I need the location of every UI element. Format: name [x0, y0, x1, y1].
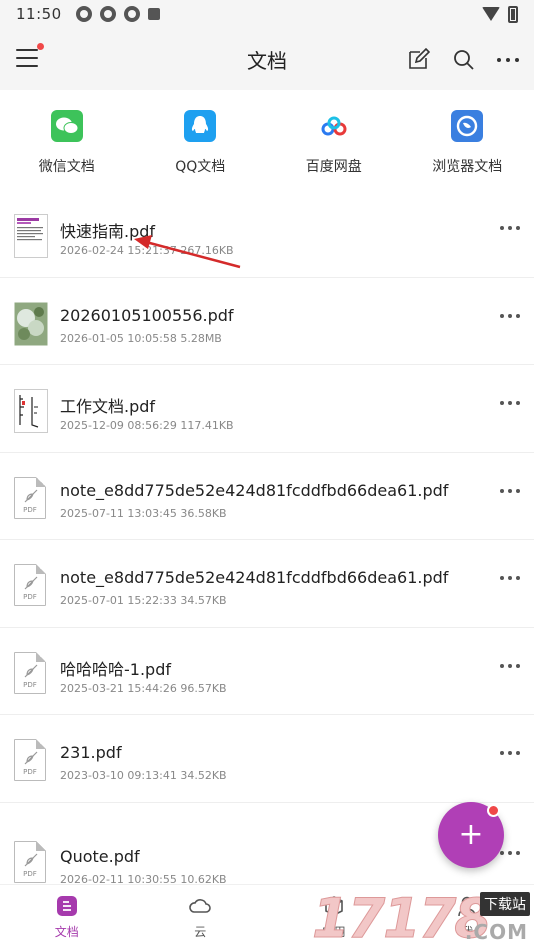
file-name: 20260105100556.pdf [60, 305, 234, 325]
pdf-icon: PDF [14, 651, 48, 696]
more-menu-button[interactable] [496, 48, 520, 72]
tab-label: 云 [194, 925, 207, 939]
qq-icon [184, 110, 217, 142]
file-row[interactable]: PDF note_e8dd775de52e424d81fcddfbd66dea6… [0, 540, 534, 628]
file-thumbnail [14, 302, 48, 346]
tab-cloud[interactable]: 云 [134, 885, 268, 950]
file-name: note_e8dd775de52e424d81fcddfbd66dea61.pd… [60, 480, 449, 500]
file-meta: 2025-12-09 08:56:29 117.41KB [60, 419, 234, 432]
file-meta: 2023-03-10 09:13:41 34.52KB [60, 769, 227, 782]
file-row[interactable]: PDF 231.pdf 2023-03-10 09:13:41 34.52KB [0, 715, 534, 803]
source-qq[interactable]: QQ文档 [134, 90, 268, 190]
file-name: Quote.pdf [60, 846, 140, 866]
file-thumbnail [14, 214, 48, 258]
file-meta: 2025-07-01 15:22:33 34.57KB [60, 594, 227, 607]
app-bar: 文档 [0, 28, 534, 90]
file-name: note_e8dd775de52e424d81fcddfbd66dea61.pd… [60, 568, 449, 587]
source-browser[interactable]: 浏览器文档 [401, 90, 534, 190]
source-label: QQ文档 [175, 159, 226, 175]
pdf-icon: PDF [14, 840, 48, 885]
file-more-button[interactable] [500, 488, 520, 493]
more-icon [497, 58, 519, 62]
edit-icon [409, 47, 431, 69]
edit-button[interactable] [406, 47, 431, 72]
notification-icon [99, 6, 116, 22]
file-more-button[interactable] [500, 850, 520, 855]
file-thumbnail [14, 389, 48, 433]
document-icon [56, 896, 77, 916]
source-wechat[interactable]: 微信文档 [0, 90, 134, 190]
file-name: 工作文档.pdf [60, 397, 156, 416]
file-row[interactable]: 工作文档.pdf 2025-12-09 08:56:29 117.41KB [0, 365, 534, 453]
file-more-button[interactable] [500, 751, 520, 755]
status-bar: 11:50 [0, 0, 534, 28]
cloud-icon [189, 899, 212, 913]
search-icon [454, 50, 474, 70]
file-row[interactable]: PDF note_e8dd775de52e424d81fcddfbd66dea6… [0, 453, 534, 540]
file-row[interactable]: PDF 哈哈哈哈-1.pdf 2025-03-21 15:44:26 96.57… [0, 628, 534, 715]
tab-label: 文档 [54, 925, 79, 939]
file-meta: 2025-07-11 13:03:45 36.58KB [60, 506, 227, 520]
watermark-number: 17178 [312, 887, 493, 950]
notification-icon [123, 6, 140, 22]
watermark-site: 下载站 [480, 892, 530, 916]
site-watermark: 17178 下载站 .COM [312, 887, 534, 950]
wechat-icon [50, 110, 83, 142]
battery-icon [508, 5, 518, 23]
source-label: 百度网盘 [305, 159, 362, 175]
pdf-label: PDF [23, 680, 37, 689]
source-label: 微信文档 [38, 159, 95, 175]
pdf-label: PDF [23, 505, 37, 514]
source-shortcuts: 微信文档 QQ文档 百度网盘 浏览器文档 [0, 90, 534, 190]
pdf-label: PDF [23, 869, 37, 878]
file-more-button[interactable] [500, 313, 520, 318]
notification-a-icon [147, 8, 160, 20]
baidu-netdisk-icon [317, 110, 350, 142]
file-row[interactable]: 快速指南.pdf 2026-02-24 15:21:37 267.16KB [0, 190, 534, 278]
add-document-button[interactable]: + [438, 802, 504, 868]
source-baidu-netdisk[interactable]: 百度网盘 [267, 90, 401, 190]
browser-icon [451, 110, 484, 142]
pdf-icon: PDF [14, 564, 48, 608]
wifi-icon [482, 7, 500, 21]
tab-documents[interactable]: 文档 [0, 885, 134, 950]
file-more-button[interactable] [500, 401, 520, 405]
file-meta: 2026-02-24 15:21:37 267.16KB [60, 244, 234, 257]
file-name: 快速指南.pdf [60, 222, 156, 241]
file-more-button[interactable] [500, 663, 520, 668]
file-name: 231.pdf [60, 743, 122, 762]
pdf-icon: PDF [14, 476, 48, 521]
file-meta: 2026-01-05 10:05:58 5.28MB [60, 331, 222, 345]
file-meta: 2025-03-21 15:44:26 96.57KB [60, 681, 227, 695]
notification-dot [487, 804, 500, 817]
file-row[interactable]: 20260105100556.pdf 2026-01-05 10:05:58 5… [0, 278, 534, 365]
pdf-label: PDF [23, 768, 37, 776]
file-list: 快速指南.pdf 2026-02-24 15:21:37 267.16KB 20… [0, 190, 534, 903]
status-time: 11:50 [16, 5, 62, 23]
watermark-domain: .COM [464, 920, 528, 944]
status-notification-icons [75, 6, 160, 22]
plus-icon: + [458, 817, 484, 852]
notification-icon [75, 6, 92, 22]
search-button[interactable] [452, 48, 476, 72]
pdf-icon: PDF [14, 739, 48, 783]
file-name: 哈哈哈哈-1.pdf [60, 659, 171, 679]
file-more-button[interactable] [500, 576, 520, 580]
file-more-button[interactable] [500, 226, 520, 230]
source-label: 浏览器文档 [432, 159, 503, 175]
pdf-label: PDF [23, 593, 37, 601]
